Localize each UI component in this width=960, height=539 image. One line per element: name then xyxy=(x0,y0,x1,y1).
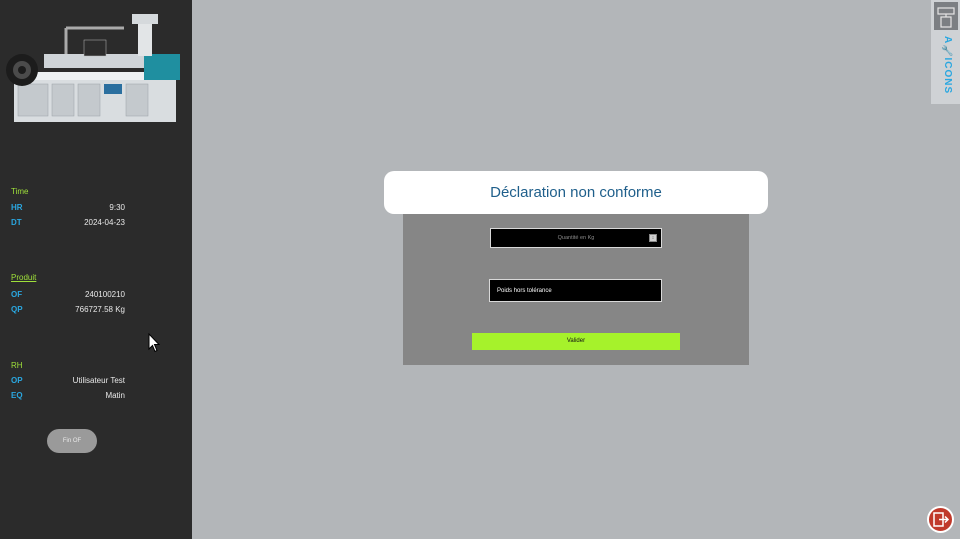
reason-select[interactable]: Poids hors tolérance xyxy=(489,279,662,302)
mouse-cursor-icon xyxy=(148,333,160,353)
sidebar: Time HR 9:30 DT 2024-04-23 Produit OF 24… xyxy=(0,0,192,539)
op-label: OP xyxy=(11,376,23,385)
op-row: OP Utilisateur Test xyxy=(11,376,125,388)
logout-icon xyxy=(933,512,950,527)
dialog-body: Quantité en Kg ↕ Poids hors tolérance Va… xyxy=(403,214,749,365)
icons-tab-label: A🔧ICONS xyxy=(939,36,953,102)
qp-row: QP 766727.58 Kg xyxy=(11,305,125,317)
icons-panel-tab[interactable]: A🔧ICONS xyxy=(931,0,960,104)
extrusion-machine-image xyxy=(6,14,180,122)
of-value: 240100210 xyxy=(84,290,125,299)
qp-value: 766727.58 Kg xyxy=(75,305,125,314)
quantity-input[interactable]: Quantité en Kg ↕ xyxy=(490,228,662,248)
eq-label: EQ xyxy=(11,391,23,400)
spinner-icon[interactable]: ↕ xyxy=(649,234,657,242)
reason-value: Poids hors tolérance xyxy=(497,288,552,294)
eq-value: Matin xyxy=(105,391,125,400)
icons-tab-text: ICONS xyxy=(942,57,953,95)
time-section-title: Time xyxy=(11,187,29,196)
dt-label: DT xyxy=(11,218,22,227)
qp-label: QP xyxy=(11,305,23,314)
hr-label: HR xyxy=(11,203,23,212)
dialog-title: Déclaration non conforme xyxy=(384,171,768,214)
op-value: Utilisateur Test xyxy=(72,376,125,385)
tools-icon xyxy=(937,7,955,28)
dt-value: 2024-04-23 xyxy=(84,218,125,227)
eq-row: EQ Matin xyxy=(11,391,125,403)
hr-value: 9:30 xyxy=(109,203,125,212)
wrench-icon: 🔧 xyxy=(942,44,953,58)
fin-of-button[interactable]: Fin OF xyxy=(47,429,97,453)
toolbox-icon xyxy=(934,2,958,30)
quantity-placeholder: Quantité en Kg xyxy=(557,235,595,241)
rh-section-title: RH xyxy=(11,361,23,370)
valider-button[interactable]: Valider xyxy=(472,333,680,350)
of-label: OF xyxy=(11,290,23,299)
of-row: OF 240100210 xyxy=(11,290,125,302)
produit-section-title: Produit xyxy=(11,273,37,282)
hr-row: HR 9:30 xyxy=(11,203,125,215)
exit-button[interactable] xyxy=(927,506,954,533)
icons-tab-letter: A xyxy=(942,36,953,45)
dt-row: DT 2024-04-23 xyxy=(11,218,125,230)
